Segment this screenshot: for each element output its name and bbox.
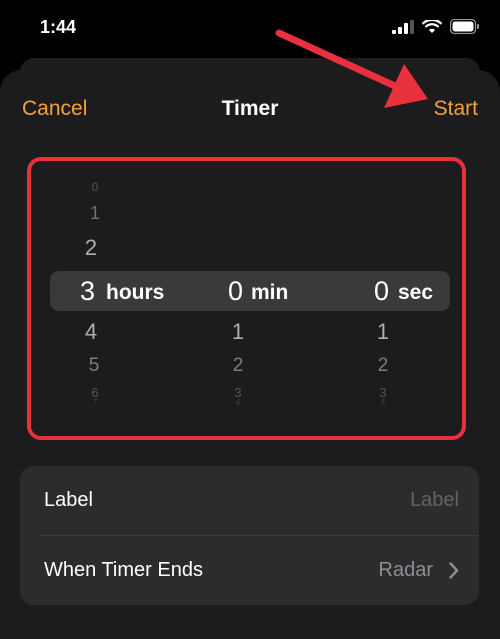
minutes-option[interactable]: 4 [223,398,253,407]
hours-unit: hours [106,281,165,304]
minutes-unit: min [251,281,289,304]
list-divider [40,535,479,536]
seconds-option[interactable]: 4 [368,398,398,407]
seconds-option[interactable]: 2 [368,355,398,377]
hours-option[interactable]: 2 [76,235,106,261]
timer-settings-list: Label Label When Timer Ends Radar [20,466,479,605]
hours-option[interactable]: 4 [76,319,106,345]
minutes-selected[interactable]: 0 [228,276,243,307]
hours-option[interactable]: 7 [80,398,110,407]
seconds-unit: sec [398,281,434,304]
minutes-option[interactable]: 1 [223,319,253,345]
arrow-annotation-icon [275,29,428,108]
hours-selected[interactable]: 3 [80,276,95,307]
chevron-right-icon [449,562,459,579]
label-row-title: Label [44,489,93,511]
seconds-selected[interactable]: 0 [374,276,389,307]
hours-option[interactable]: 0 [80,180,110,194]
hours-option[interactable]: 1 [80,203,110,224]
minutes-option[interactable]: 2 [223,355,253,377]
when-timer-ends-value: Radar [378,559,433,581]
hours-option[interactable]: 5 [79,355,109,377]
label-input[interactable]: Label [410,489,459,512]
seconds-option[interactable]: 1 [368,319,398,345]
when-timer-ends-title: When Timer Ends [44,559,203,581]
